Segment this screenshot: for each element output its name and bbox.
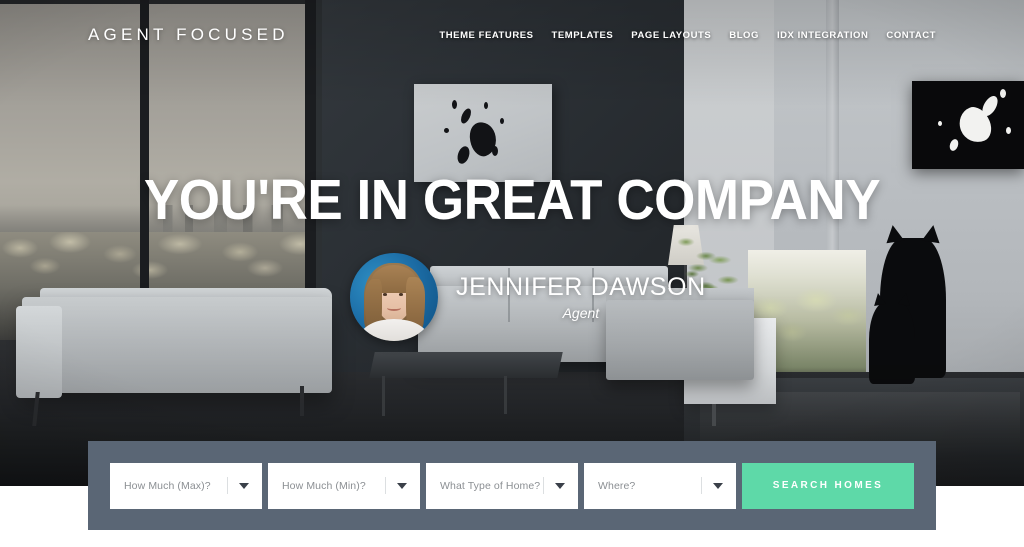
coffee-table-leg-left: [382, 376, 385, 416]
coffee-table: [369, 352, 563, 378]
cat-sculpture-small: [869, 302, 915, 384]
price-max-select[interactable]: How Much (Max)?: [110, 462, 262, 509]
home-type-caret-wrap[interactable]: [543, 463, 578, 509]
page-root: AGENT FOCUSED THEME FEATURES TEMPLATES P…: [0, 0, 1024, 547]
price-max-caret-wrap[interactable]: [227, 463, 262, 509]
agent-text: JENNIFER DAWSON Agent: [456, 273, 706, 321]
price-min-select[interactable]: How Much (Min)?: [268, 462, 420, 509]
location-caret-wrap[interactable]: [701, 463, 736, 509]
price-min-caret-wrap[interactable]: [385, 463, 420, 509]
agent-role: Agent: [562, 304, 600, 321]
field-divider: [227, 477, 228, 494]
wall-artwork-dark: [912, 81, 1024, 169]
left-sofa-arm: [16, 306, 62, 398]
chevron-down-icon: [239, 482, 249, 489]
field-divider: [701, 477, 702, 494]
search-homes-button[interactable]: SEARCH HOMES: [742, 462, 914, 509]
price-max-label: How Much (Max)?: [124, 479, 211, 492]
coffee-table-leg-right: [504, 376, 507, 414]
console-leg: [712, 404, 716, 426]
location-label: Where?: [598, 479, 636, 492]
hero-background-image: [0, 0, 1024, 486]
left-sofa: [22, 297, 332, 393]
nav-item-idx-integration[interactable]: IDX INTEGRATION: [777, 30, 868, 41]
hero-headline: YOU'RE IN GREAT COMPANY: [143, 168, 881, 232]
primary-navigation: THEME FEATURES TEMPLATES PAGE LAYOUTS BL…: [439, 30, 936, 41]
agent-identity-block: JENNIFER DAWSON Agent: [350, 253, 706, 341]
nav-item-blog[interactable]: BLOG: [729, 30, 759, 41]
nav-item-contact[interactable]: CONTACT: [886, 30, 936, 41]
chevron-down-icon: [555, 482, 565, 489]
site-logo[interactable]: AGENT FOCUSED: [88, 25, 289, 45]
field-divider: [543, 477, 544, 494]
agent-name: JENNIFER DAWSON: [456, 273, 706, 302]
nav-item-theme-features[interactable]: THEME FEATURES: [439, 30, 533, 41]
price-min-label: How Much (Min)?: [282, 479, 366, 492]
nav-item-page-layouts[interactable]: PAGE LAYOUTS: [631, 30, 711, 41]
field-divider: [385, 477, 386, 494]
agent-portrait-avatar: [350, 253, 438, 341]
nav-item-templates[interactable]: TEMPLATES: [552, 30, 614, 41]
site-header: AGENT FOCUSED THEME FEATURES TEMPLATES P…: [0, 0, 1024, 70]
home-type-label: What Type of Home?: [440, 479, 541, 492]
home-type-select[interactable]: What Type of Home?: [426, 462, 578, 509]
chevron-down-icon: [397, 482, 407, 489]
location-select[interactable]: Where?: [584, 462, 736, 509]
chevron-down-icon: [713, 482, 723, 489]
left-sofa-leg-back: [300, 386, 304, 416]
property-search-panel: How Much (Max)? How Much (Min)? What Typ…: [88, 441, 936, 530]
